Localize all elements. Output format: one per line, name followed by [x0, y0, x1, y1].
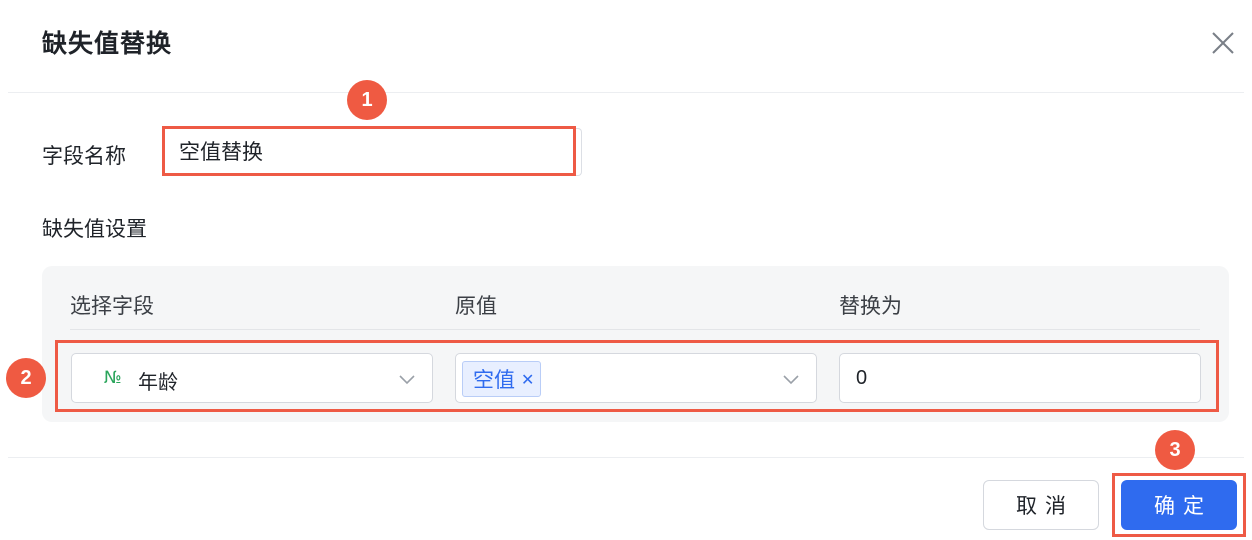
- field-name-input[interactable]: [165, 129, 573, 173]
- callout-badge-1: 1: [347, 80, 387, 120]
- ok-button[interactable]: 确定: [1121, 480, 1237, 530]
- header-divider: [8, 92, 1244, 93]
- field-name-highlight: [162, 126, 576, 176]
- footer-divider: [8, 457, 1244, 458]
- callout-badge-2: 2: [6, 358, 46, 398]
- row-highlight-box: [55, 340, 1219, 412]
- panel-divider: [70, 329, 1200, 330]
- close-icon[interactable]: [1208, 28, 1238, 58]
- field-name-label: 字段名称: [42, 144, 126, 168]
- column-header-original-value: 原值: [455, 294, 497, 318]
- dialog-title: 缺失值替换: [42, 29, 173, 58]
- cancel-button[interactable]: 取消: [983, 480, 1099, 530]
- column-header-select-field: 选择字段: [70, 294, 154, 318]
- callout-badge-3: 3: [1155, 430, 1195, 470]
- missing-value-dialog: 缺失值替换 1 字段名称 缺失值设置 选择字段 原值 替换为 2 № 年龄 空值…: [0, 0, 1252, 540]
- field-name-input-edge: [576, 128, 582, 176]
- column-header-replace-with: 替换为: [839, 294, 902, 318]
- missing-value-settings-label: 缺失值设置: [42, 217, 147, 241]
